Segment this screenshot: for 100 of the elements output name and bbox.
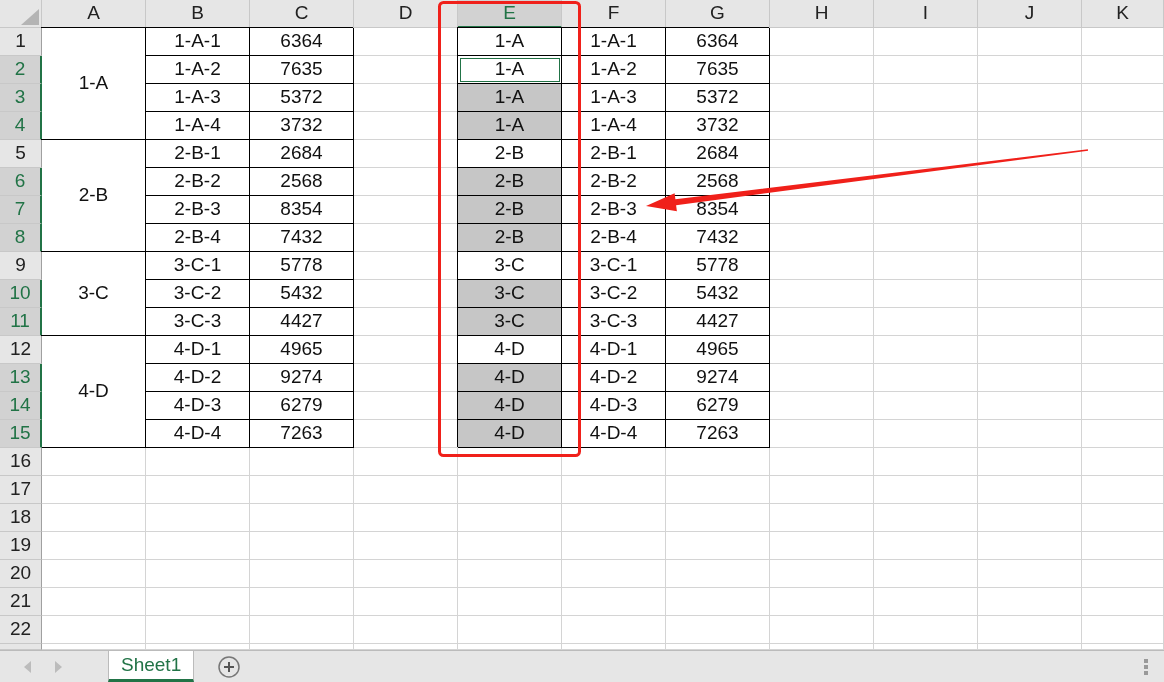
sheet-tab[interactable]: Sheet1: [108, 651, 195, 682]
table-cell: 4-D-4: [562, 420, 666, 448]
table-cell: 6364: [250, 28, 354, 56]
row-header[interactable]: 21: [0, 588, 42, 616]
table-cell: 2568: [250, 168, 354, 196]
table-cell: 5372: [666, 84, 770, 112]
column-header[interactable]: B: [146, 0, 250, 28]
table-cell: 1-A-3: [146, 84, 250, 112]
table-cell: 3-C-2: [146, 280, 250, 308]
table-cell: 3732: [666, 112, 770, 140]
table-cell: 4-D-4: [146, 420, 250, 448]
table-cell: 2-B-2: [146, 168, 250, 196]
table-cell: 9274: [250, 364, 354, 392]
row-header[interactable]: 20: [0, 560, 42, 588]
table-cell: 2684: [666, 140, 770, 168]
table-cell: 4-D: [458, 364, 562, 392]
table-cell: 7635: [250, 56, 354, 84]
table-cell: 1-A-3: [562, 84, 666, 112]
row-header[interactable]: 6: [0, 168, 42, 196]
row-header[interactable]: 12: [0, 336, 42, 364]
table-cell: 4-D: [458, 392, 562, 420]
column-header[interactable]: D: [354, 0, 458, 28]
table-cell: 4427: [666, 308, 770, 336]
table-cell: 3-C: [458, 280, 562, 308]
table-cell: 7432: [666, 224, 770, 252]
row-header[interactable]: 15: [0, 420, 42, 448]
table-cell: 1-A: [458, 28, 562, 56]
row-header[interactable]: 7: [0, 196, 42, 224]
row-header[interactable]: 5: [0, 140, 42, 168]
table-cell: 2-B: [458, 224, 562, 252]
column-header[interactable]: K: [1082, 0, 1164, 28]
row-header[interactable]: 18: [0, 504, 42, 532]
table-cell: 4-D-1: [562, 336, 666, 364]
table-cell: 2-B-4: [146, 224, 250, 252]
table-cell: 4-D-2: [562, 364, 666, 392]
column-header[interactable]: G: [666, 0, 770, 28]
row-header[interactable]: 13: [0, 364, 42, 392]
table-cell: 3-C-3: [562, 308, 666, 336]
column-header[interactable]: F: [562, 0, 666, 28]
table-cell: 4-D-3: [562, 392, 666, 420]
table-cell: 2-B-3: [146, 196, 250, 224]
table-cell: 7263: [666, 420, 770, 448]
scroll-right-icon[interactable]: [55, 660, 62, 673]
row-header[interactable]: 8: [0, 224, 42, 252]
scroll-left-icon[interactable]: [24, 660, 31, 673]
table-cell: 3-C-1: [562, 252, 666, 280]
row-header[interactable]: [0, 644, 42, 650]
row-header[interactable]: 11: [0, 308, 42, 336]
table-cell: 3-C-2: [562, 280, 666, 308]
table-cell: 3-C-1: [146, 252, 250, 280]
row-header[interactable]: 4: [0, 112, 42, 140]
table-cell: 2-B-4: [562, 224, 666, 252]
more-icon[interactable]: [1144, 658, 1148, 675]
row-header[interactable]: 17: [0, 476, 42, 504]
table-cell: 1-A: [458, 112, 562, 140]
table-cell: 5372: [250, 84, 354, 112]
row-header[interactable]: 1: [0, 28, 42, 56]
row-header[interactable]: 9: [0, 252, 42, 280]
table-cell: 2-B-1: [146, 140, 250, 168]
table-cell: 6364: [666, 28, 770, 56]
table-cell: 5432: [250, 280, 354, 308]
table-cell: 4-D-2: [146, 364, 250, 392]
row-header[interactable]: 14: [0, 392, 42, 420]
column-header[interactable]: J: [978, 0, 1082, 28]
column-header[interactable]: A: [42, 0, 146, 28]
row-header[interactable]: 10: [0, 280, 42, 308]
table-cell: 2684: [250, 140, 354, 168]
table-cell: 5778: [250, 252, 354, 280]
table-cell: 1-A-2: [562, 56, 666, 84]
table-cell: 1-A-4: [146, 112, 250, 140]
table-cell: 7635: [666, 56, 770, 84]
table-cell: 2-B-2: [562, 168, 666, 196]
column-header[interactable]: E: [458, 0, 562, 28]
table-cell: 1-A-2: [146, 56, 250, 84]
table-cell: 1-A-1: [146, 28, 250, 56]
table-cell: 1-A-4: [562, 112, 666, 140]
row-header[interactable]: 22: [0, 616, 42, 644]
column-header[interactable]: C: [250, 0, 354, 28]
row-header[interactable]: 2: [0, 56, 42, 84]
row-header[interactable]: 16: [0, 448, 42, 476]
table-cell: 5432: [666, 280, 770, 308]
table-cell: 1-A-1: [562, 28, 666, 56]
table-cell: 4-D-3: [146, 392, 250, 420]
table-cell: 4965: [666, 336, 770, 364]
table-cell: 4427: [250, 308, 354, 336]
table-cell: 7263: [250, 420, 354, 448]
row-header[interactable]: 3: [0, 84, 42, 112]
table-cell: 4-D: [458, 420, 562, 448]
table-cell: 2-B-1: [562, 140, 666, 168]
table-cell: 6279: [250, 392, 354, 420]
row-header[interactable]: 19: [0, 532, 42, 560]
column-header[interactable]: I: [874, 0, 978, 28]
column-header[interactable]: H: [770, 0, 874, 28]
table-cell: 3732: [250, 112, 354, 140]
table-cell: 1-A: [458, 84, 562, 112]
table-cell: 6279: [666, 392, 770, 420]
table-cell: 2-B: [458, 168, 562, 196]
add-sheet-icon[interactable]: [218, 655, 241, 678]
table-cell: 4965: [250, 336, 354, 364]
table-cell: 4-D-1: [146, 336, 250, 364]
